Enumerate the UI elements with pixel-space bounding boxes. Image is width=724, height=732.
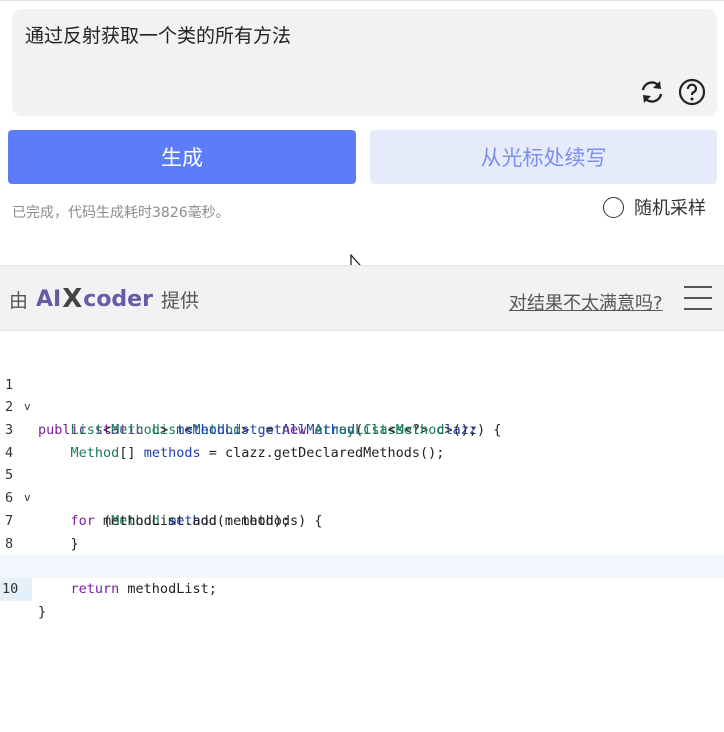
code-editor[interactable]: 1 v public static List<Method> getAllMet… [0,351,724,620]
code-line: 9 return methodList; [0,533,724,597]
prompt-text[interactable]: 通过反射获取一个类的所有方法 [25,21,291,48]
code-line-active: 10 } [0,555,724,620]
code-line: 2 List<Method> methodList = new ArrayLis… [0,374,724,438]
help-icon[interactable] [678,78,706,106]
code-text: } [38,603,47,620]
random-sample-label: 随机采样 [634,198,706,219]
code-line: 4 [0,419,724,461]
feedback-link[interactable]: 对结果不太满意吗? [509,289,663,315]
prompt-actions [638,78,706,106]
prompt-input[interactable]: 通过反射获取一个类的所有方法 [12,9,717,116]
provider-suffix: 提供 [160,289,199,312]
generate-button[interactable]: 生成 [8,130,356,184]
line-number: 10 [0,577,32,601]
top-divider [0,0,724,1]
code-text: return methodList; [70,580,217,597]
provider-credit: 由 AI Xcoder 提供 [9,266,199,332]
code-line: 6 methodList.add(method); [0,464,724,529]
continue-from-cursor-button[interactable]: 从光标处续写 [370,130,717,184]
provider-prefix: 由 [9,289,29,312]
random-sample-radio[interactable] [603,196,624,218]
code-line: 7 } [0,487,724,552]
provider-bar: 由 AI Xcoder 提供 对结果不太满意吗? [0,265,724,331]
refresh-icon[interactable] [638,78,666,106]
hamburger-menu-icon[interactable] [684,286,712,312]
status-message: 已完成，代码生成耗时3826毫秒。 [12,205,230,221]
aixcoder-panel: 通过反射获取一个类的所有方法 生成 从光标处续写 已完成，代码生成耗时3826毫… [0,0,724,732]
random-sample-option[interactable]: 随机采样 [603,194,706,220]
code-line: 3 Method[] methods = clazz.getDeclaredMe… [0,396,724,461]
code-line: 5 v for (Method method : methods) { [0,442,724,528]
code-line: 1 v public static List<Method> getAllMet… [0,351,724,438]
code-line: 8 [0,510,724,552]
aixcoder-logo: AI Xcoder [36,284,153,314]
